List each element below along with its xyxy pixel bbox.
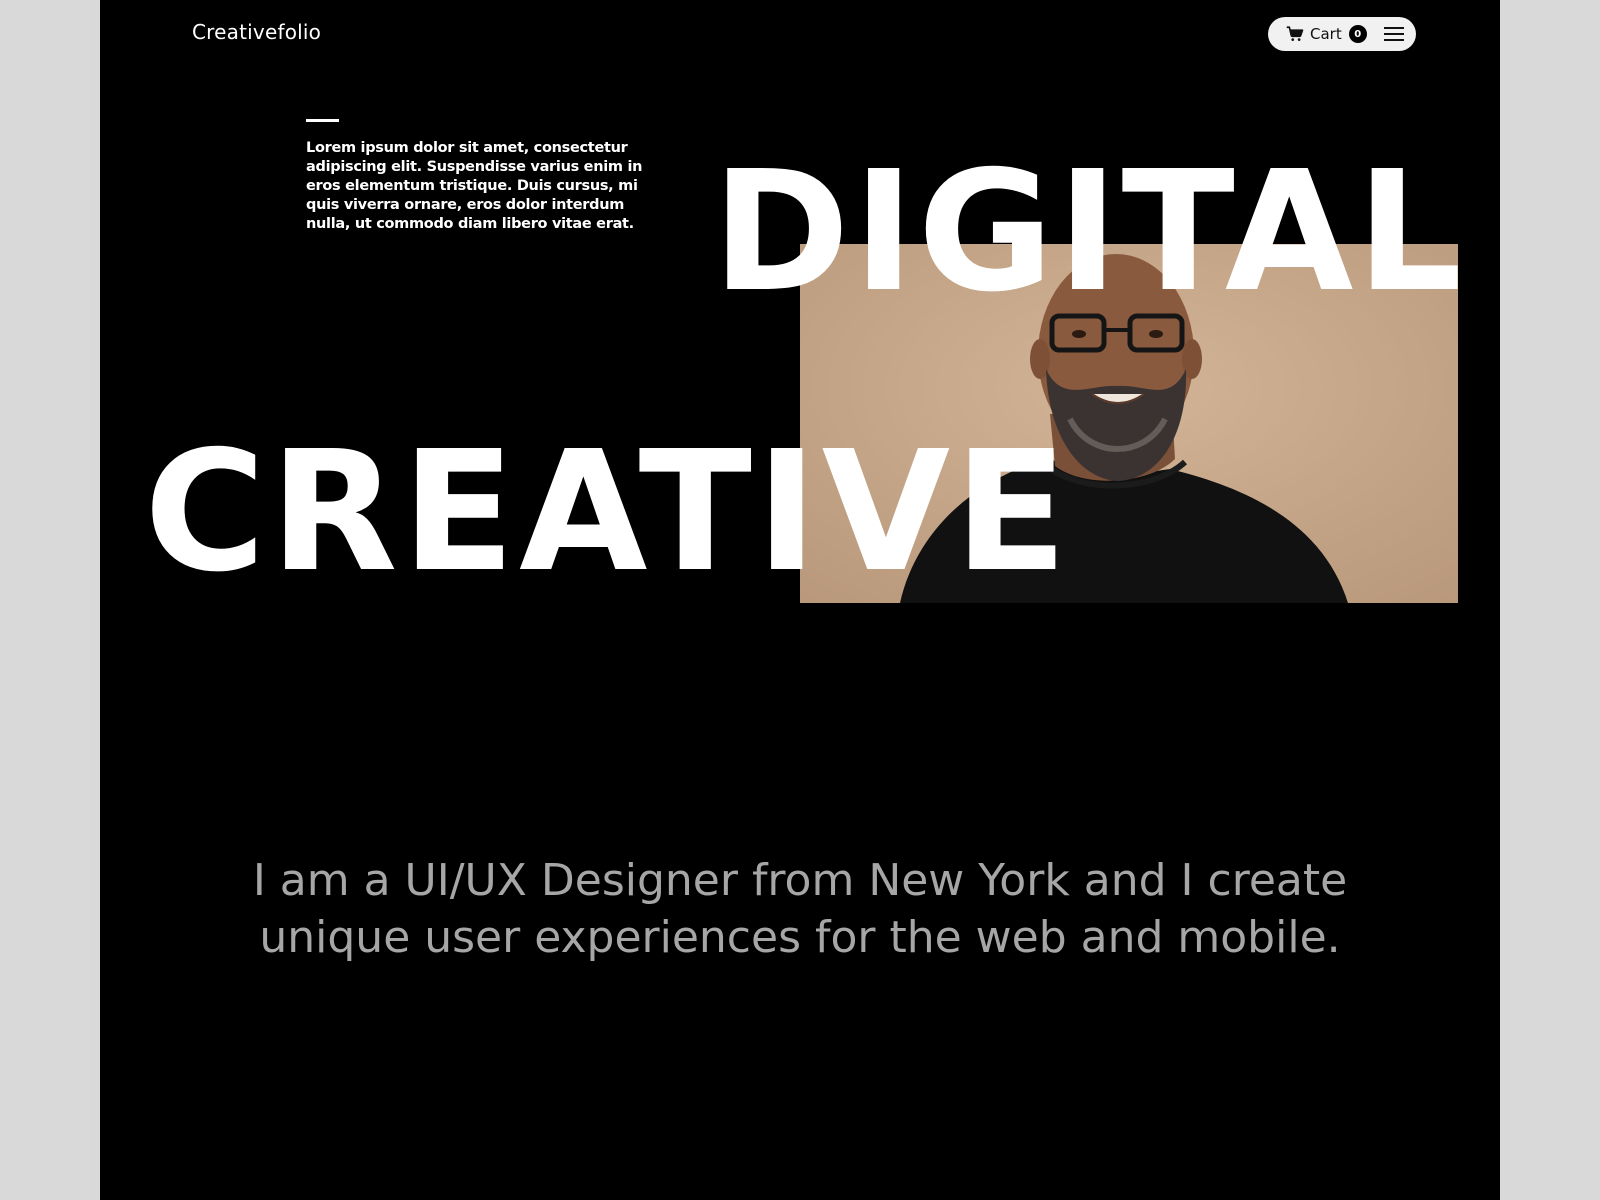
intro-dash-divider bbox=[306, 119, 339, 122]
cart-menu-pill[interactable]: Cart 0 bbox=[1268, 17, 1416, 51]
about-tagline: I am a UI/UX Designer from New York and … bbox=[100, 852, 1500, 966]
about-tagline-line-1: I am a UI/UX Designer from New York and … bbox=[252, 855, 1348, 906]
site-logo[interactable]: Creativefolio bbox=[192, 20, 321, 44]
hamburger-menu-icon[interactable] bbox=[1384, 26, 1404, 42]
cart-label[interactable]: Cart bbox=[1310, 25, 1342, 43]
about-tagline-line-2: unique user experiences for the web and … bbox=[259, 912, 1341, 963]
hero-word-digital: DIGITAL bbox=[712, 136, 1466, 329]
hero-word-creative: CREATIVE bbox=[144, 416, 1072, 609]
page-container: Creativefolio Cart 0 Lorem ipsum dolor s… bbox=[100, 0, 1500, 1200]
cart-icon[interactable] bbox=[1286, 25, 1304, 43]
cart-count-badge: 0 bbox=[1348, 25, 1367, 43]
intro-paragraph: Lorem ipsum dolor sit amet, consectetur … bbox=[306, 140, 643, 232]
